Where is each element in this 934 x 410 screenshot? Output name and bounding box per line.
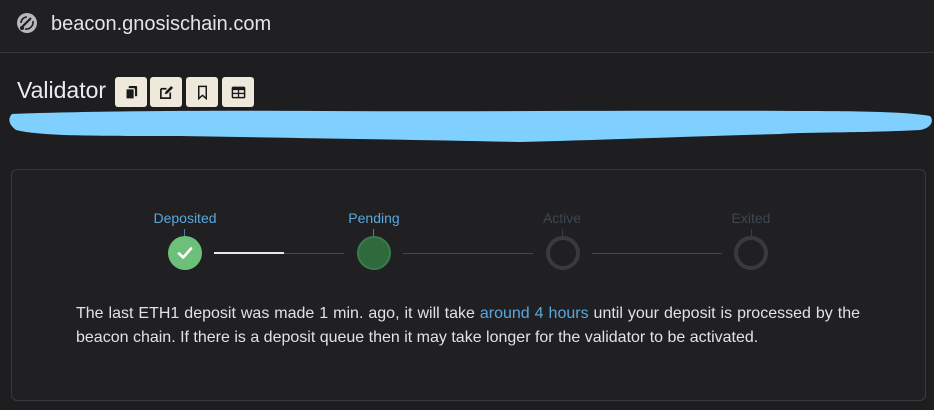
bookmark-icon [197,85,207,100]
check-icon [177,247,193,259]
step-label-active: Active [542,210,582,226]
step-label-pending: Pending [348,210,400,226]
eta-link[interactable]: around 4 hours [480,305,589,322]
step-exited-upcoming [734,236,768,270]
progress-connector [214,252,284,254]
step-deposited-complete [168,236,202,270]
deposit-status-message: The last ETH1 deposit was made 1 min. ag… [76,302,860,350]
progress-connector [403,253,533,254]
site-title: beacon.gnosischain.com [51,13,272,35]
step-pending-current [357,236,391,270]
step-active-upcoming [546,236,580,270]
progress-connector [284,253,344,254]
redacted-address [9,110,932,142]
copy-icon [124,85,137,100]
step-label-deposited: Deposited [153,210,217,226]
site-header: beacon.gnosischain.com [0,0,934,53]
step-label-exited: Exited [731,210,771,226]
table-icon [231,86,245,98]
step-tick [373,229,374,236]
step-tick [562,229,563,236]
progress-connector [592,253,722,254]
step-tick [184,229,185,236]
status-card [11,169,926,401]
edit-icon [159,85,173,99]
message-text: The last ETH1 deposit was made 1 min. ag… [76,305,480,322]
satellite-icon [17,13,37,33]
step-tick [751,229,752,236]
